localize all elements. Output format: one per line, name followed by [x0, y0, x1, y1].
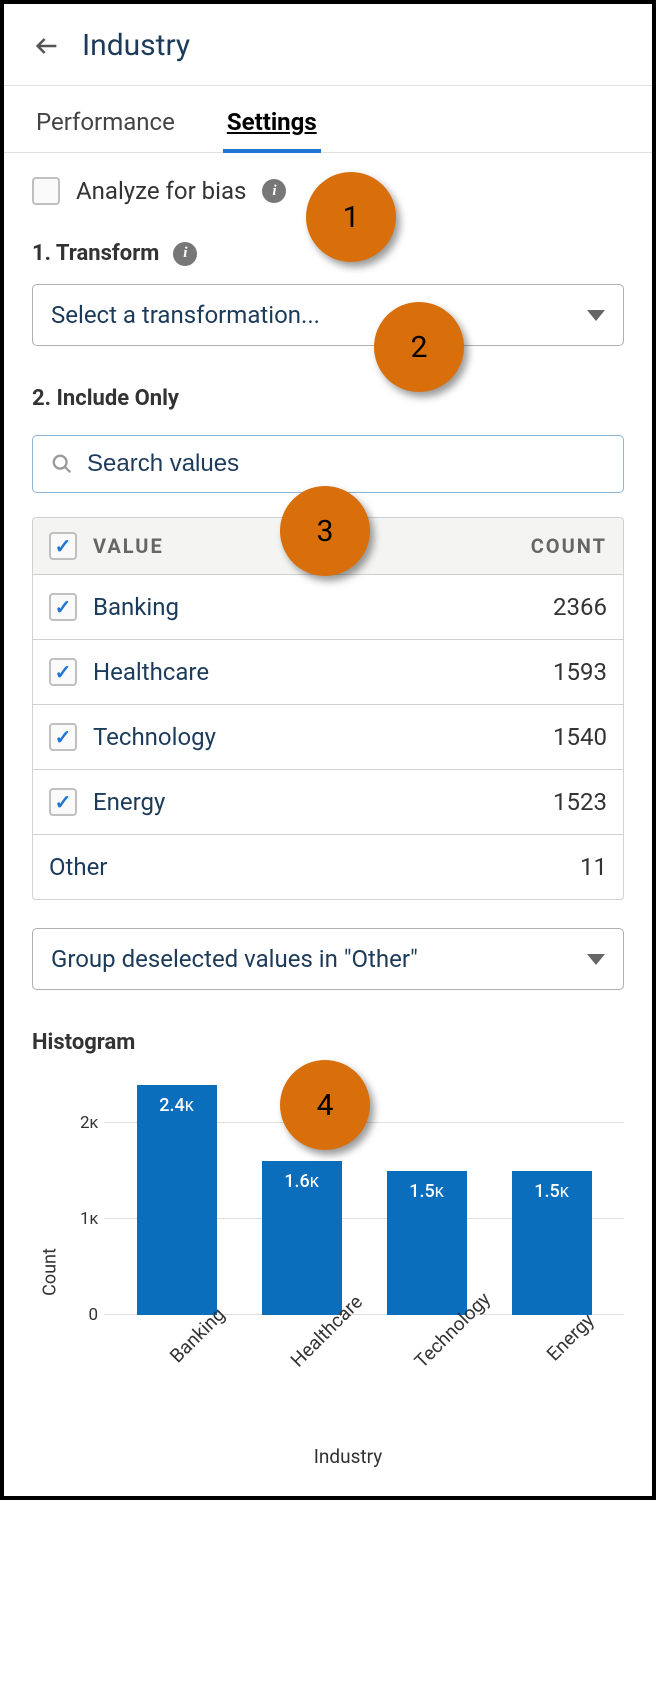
x-axis-label: Industry [72, 1445, 624, 1468]
y-tick: 1ᴋ [64, 1209, 98, 1229]
x-category-labels: Banking Healthcare Technology Energy [104, 1315, 624, 1425]
bar-value-label: 1.6ᴋ [284, 1171, 318, 1192]
bar-energy: 1.5ᴋ [512, 1171, 592, 1315]
page-title: Industry [82, 28, 190, 63]
search-values-box[interactable] [32, 435, 624, 493]
bar-technology: 1.5ᴋ [387, 1171, 467, 1315]
bar-value-label: 1.5ᴋ [534, 1181, 568, 1202]
arrow-left-icon [33, 32, 61, 60]
row-checkbox[interactable] [49, 658, 77, 686]
back-button[interactable] [32, 31, 62, 61]
content: Analyze for bias i 1. Transform i Select… [4, 153, 652, 1496]
group-deselected-dropdown[interactable]: Group deselected values in "Other" [32, 928, 624, 990]
row-count: 11 [580, 853, 607, 881]
column-count: COUNT [531, 534, 607, 558]
analyze-for-bias-label: Analyze for bias [76, 177, 246, 205]
chevron-down-icon [587, 954, 605, 965]
row-count: 2366 [553, 593, 607, 621]
transform-title-text: 1. Transform [32, 241, 159, 266]
annotation-callout-1: 1 [306, 172, 396, 262]
select-all-checkbox[interactable] [49, 532, 77, 560]
table-row-other: Other 11 [33, 835, 623, 899]
row-count: 1523 [553, 788, 607, 816]
x-cat: Technology [387, 1327, 467, 1425]
table-row: Banking 2366 [33, 575, 623, 640]
table-row: Healthcare 1593 [33, 640, 623, 705]
y-tick: 2ᴋ [64, 1113, 98, 1133]
row-count: 1593 [553, 658, 607, 686]
row-value: Banking [93, 593, 537, 621]
row-value: Other [49, 853, 564, 881]
row-value: Energy [93, 788, 537, 816]
tabs: Performance Settings [4, 86, 652, 153]
bar-banking: 2.4ᴋ [137, 1085, 217, 1315]
row-checkbox[interactable] [49, 723, 77, 751]
annotation-callout-3: 3 [280, 486, 370, 576]
include-only-title: 2. Include Only [32, 386, 624, 411]
bar-value-label: 1.5ᴋ [409, 1181, 443, 1202]
row-value: Healthcare [93, 658, 537, 686]
search-values-input[interactable] [87, 450, 605, 478]
tab-performance[interactable]: Performance [32, 86, 179, 152]
page-header: Industry [4, 4, 652, 85]
chevron-down-icon [587, 310, 605, 321]
row-count: 1540 [553, 723, 607, 751]
y-axis-label: Count [39, 1248, 60, 1296]
x-cat: Healthcare [262, 1327, 342, 1425]
table-row: Technology 1540 [33, 705, 623, 770]
annotation-callout-4: 4 [280, 1060, 370, 1150]
annotation-callout-2: 2 [374, 302, 464, 392]
bar-value-label: 2.4ᴋ [159, 1095, 193, 1116]
info-icon[interactable]: i [173, 242, 197, 266]
analyze-for-bias-checkbox[interactable] [32, 177, 60, 205]
y-tick: 0 [64, 1305, 98, 1325]
bar-healthcare: 1.6ᴋ [262, 1161, 342, 1315]
x-cat: Energy [512, 1327, 592, 1425]
transform-dropdown-text: Select a transformation... [51, 301, 320, 329]
group-deselected-text: Group deselected values in "Other" [51, 945, 418, 973]
transform-dropdown[interactable]: Select a transformation... [32, 284, 624, 346]
histogram-title: Histogram [32, 1030, 624, 1055]
search-icon [51, 453, 73, 475]
tab-settings[interactable]: Settings [223, 86, 321, 152]
row-value: Technology [93, 723, 537, 751]
row-checkbox[interactable] [49, 593, 77, 621]
x-cat: Banking [137, 1327, 217, 1425]
row-checkbox[interactable] [49, 788, 77, 816]
table-row: Energy 1523 [33, 770, 623, 835]
info-icon[interactable]: i [262, 179, 286, 203]
